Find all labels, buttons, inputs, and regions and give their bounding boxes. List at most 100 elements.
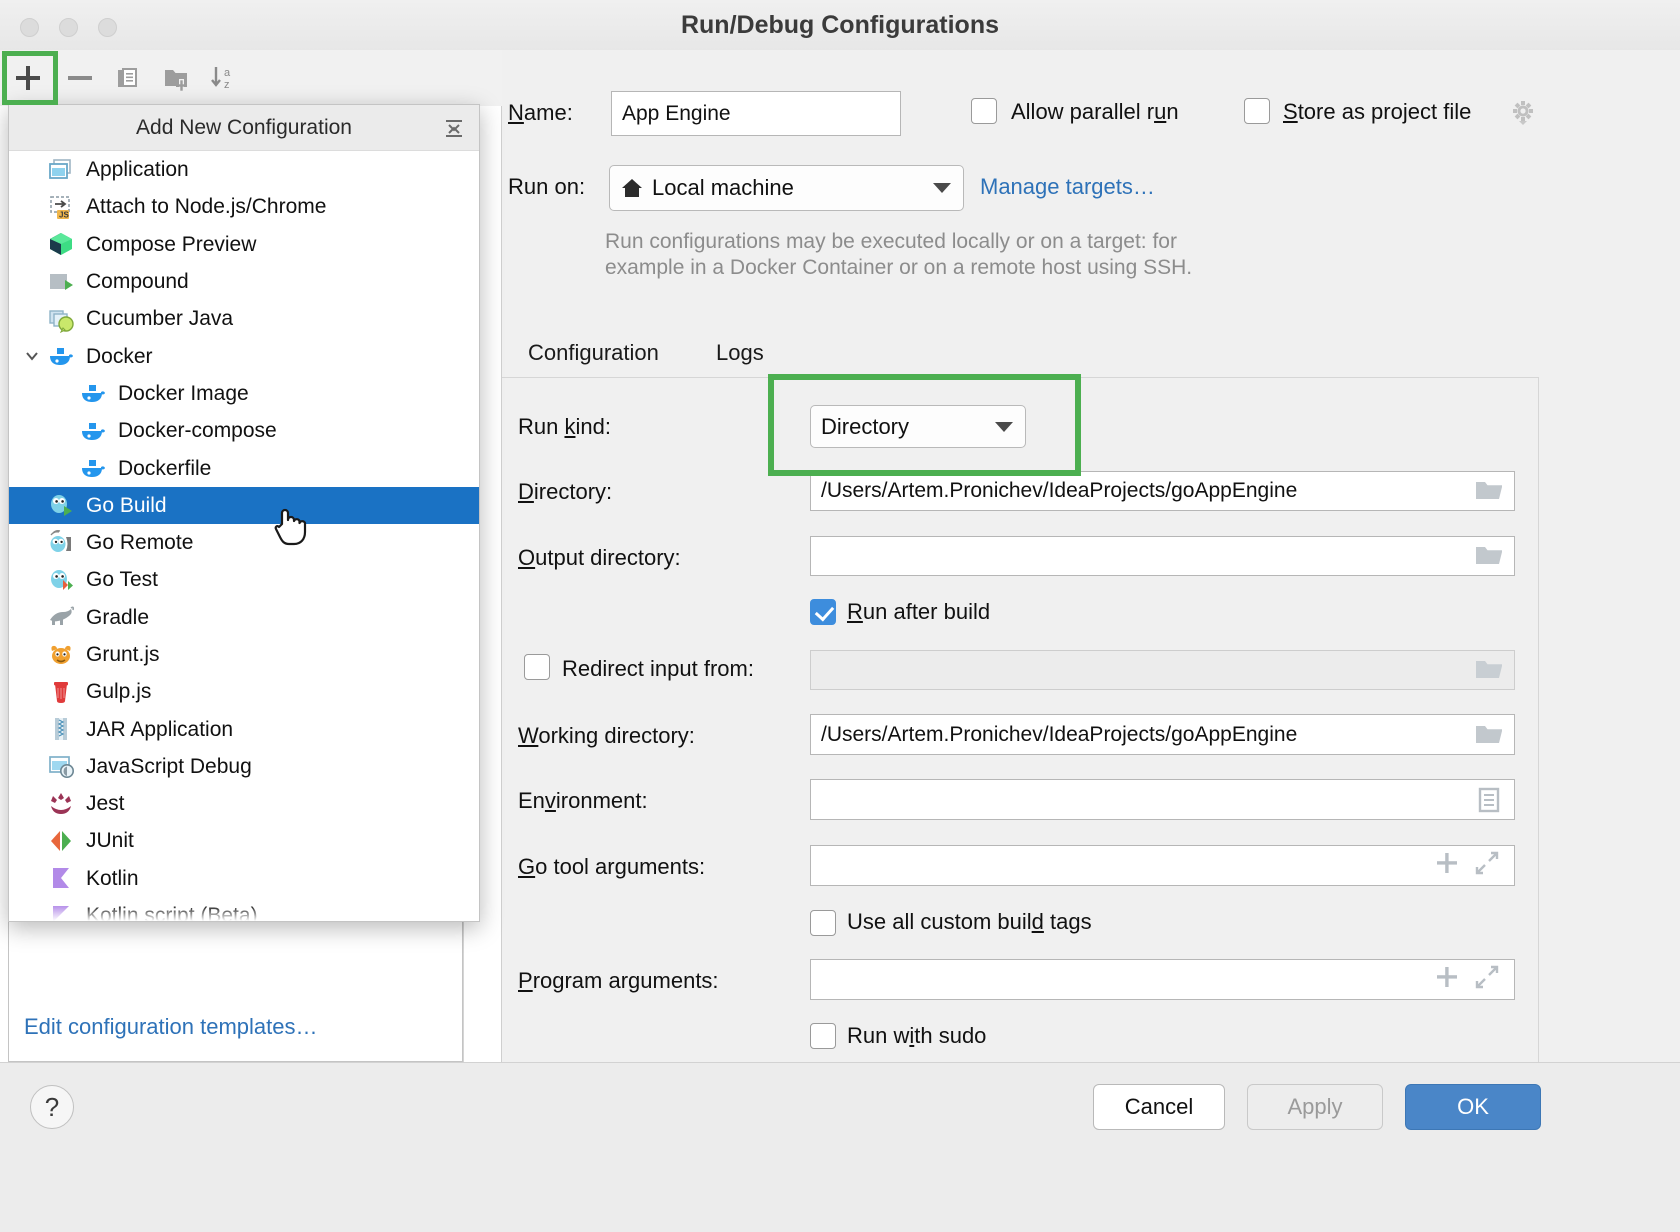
run-on-label: Run on:: [508, 174, 585, 200]
go-tool-arguments-label: Go tool arguments:: [518, 854, 705, 880]
list-item[interactable]: Docker-compose: [9, 412, 479, 449]
application-icon: [47, 156, 75, 184]
edit-configuration-templates-link[interactable]: Edit configuration templates…: [24, 1014, 318, 1040]
tab-configuration[interactable]: Configuration: [528, 340, 659, 366]
manage-targets-link[interactable]: Manage targets…: [980, 174, 1155, 200]
list-item[interactable]: Application: [9, 151, 479, 188]
copy-configuration-button[interactable]: [103, 53, 153, 103]
list-item-label: Gulp.js: [86, 681, 151, 702]
gear-icon[interactable]: [1508, 97, 1538, 132]
list-fade: [9, 905, 479, 921]
list-item[interactable]: JavaScript Debug: [9, 748, 479, 785]
list-item[interactable]: Jest: [9, 785, 479, 822]
add-configuration-button[interactable]: [3, 53, 53, 103]
folder-icon: [1474, 543, 1504, 569]
remove-configuration-button[interactable]: [55, 53, 105, 103]
collapse-all-icon[interactable]: [441, 115, 467, 141]
list-item[interactable]: Cucumber Java: [9, 300, 479, 337]
new-folder-button[interactable]: [151, 53, 201, 103]
tree-indent: [17, 309, 47, 329]
working-directory-value: /Users/Artem.Pronichev/IdeaProjects/goAp…: [821, 723, 1297, 747]
list-item-label: Dockerfile: [118, 458, 211, 479]
ok-button[interactable]: OK: [1405, 1084, 1541, 1130]
list-item[interactable]: Go Test: [9, 561, 479, 598]
insert-macro-button[interactable]: [1434, 850, 1460, 882]
cancel-button[interactable]: Cancel: [1093, 1084, 1225, 1130]
tree-indent: [17, 533, 47, 553]
go-build-icon: [47, 491, 75, 519]
list-item-label: Compound: [86, 271, 189, 292]
expand-field-button[interactable]: [1474, 850, 1500, 882]
name-label: Name:: [508, 100, 573, 126]
list-item[interactable]: Docker Image: [9, 375, 479, 412]
kotlin-icon: [47, 864, 75, 892]
go-remote-icon: [47, 529, 75, 557]
redirect-input-browse-button[interactable]: [1464, 651, 1514, 689]
page-title: Run/Debug Configurations: [0, 11, 1680, 40]
program-arguments-input[interactable]: [810, 959, 1515, 1000]
popup-footer: [8, 922, 463, 1062]
output-directory-input[interactable]: [810, 536, 1515, 576]
run-after-build-checkbox[interactable]: [810, 599, 836, 625]
go-tool-arguments-input[interactable]: [810, 845, 1515, 886]
svg-text:z: z: [224, 79, 230, 91]
sort-configurations-button[interactable]: a z: [199, 53, 249, 103]
run-with-sudo-checkbox[interactable]: [810, 1023, 836, 1049]
list-item[interactable]: Kotlin: [9, 860, 479, 897]
list-item[interactable]: Compound: [9, 263, 479, 300]
tree-indent: [17, 794, 47, 814]
insert-macro-button[interactable]: [1434, 964, 1460, 996]
directory-input[interactable]: /Users/Artem.Pronichev/IdeaProjects/goAp…: [810, 471, 1515, 511]
help-button[interactable]: ?: [30, 1085, 74, 1129]
list-item[interactable]: Docker: [9, 337, 479, 374]
environment-input[interactable]: [810, 779, 1515, 820]
list-item[interactable]: Compose Preview: [9, 226, 479, 263]
folder-plus-icon: [161, 63, 191, 93]
run-on-hint-line1: Run configurations may be executed local…: [605, 230, 1177, 254]
list-item[interactable]: Gradle: [9, 599, 479, 636]
output-directory-browse-button[interactable]: [1464, 537, 1514, 575]
list-item-label: Docker Image: [118, 383, 249, 404]
tab-logs[interactable]: Logs: [716, 340, 764, 366]
list-item[interactable]: Go Remote: [9, 524, 479, 561]
docker-icon: [79, 417, 107, 445]
list-item-label: JAR Application: [86, 719, 233, 740]
store-as-project-file-label: Store as project file: [1283, 99, 1471, 125]
directory-label: Directory:: [518, 479, 612, 505]
directory-browse-button[interactable]: [1464, 472, 1514, 510]
environment-editor-button[interactable]: [1464, 780, 1514, 819]
run-on-combo[interactable]: Local machine: [609, 165, 964, 211]
list-item[interactable]: JSAttach to Node.js/Chrome: [9, 188, 479, 225]
chevron-down-icon[interactable]: [17, 346, 47, 366]
redirect-input-field[interactable]: [810, 650, 1515, 690]
list-item-label: Cucumber Java: [86, 308, 233, 329]
tree-indent: [17, 831, 47, 851]
list-item[interactable]: Dockerfile: [9, 449, 479, 486]
list-item-label: Docker: [86, 346, 153, 367]
redirect-input-checkbox[interactable]: [524, 654, 550, 680]
apply-button[interactable]: Apply: [1247, 1084, 1383, 1130]
run-kind-combo[interactable]: Directory: [810, 405, 1026, 448]
docker-icon: [47, 342, 75, 370]
list-item[interactable]: JAR Application: [9, 710, 479, 747]
working-directory-input[interactable]: /Users/Artem.Pronichev/IdeaProjects/goAp…: [810, 714, 1515, 755]
add-new-configuration-popup: Add New Configuration ApplicationJSAttac…: [8, 104, 480, 922]
name-input[interactable]: App Engine: [611, 91, 901, 136]
configuration-types-list[interactable]: ApplicationJSAttach to Node.js/ChromeCom…: [9, 151, 479, 921]
jest-icon: [47, 790, 75, 818]
allow-parallel-run-checkbox[interactable]: [971, 98, 997, 124]
list-item[interactable]: JUnit: [9, 822, 479, 859]
expand-field-button[interactable]: [1474, 964, 1500, 996]
copy-icon: [113, 63, 143, 93]
list-item[interactable]: Gulp.js: [9, 673, 479, 710]
attach-nodejs-icon: JS: [47, 193, 75, 221]
store-as-project-file-checkbox[interactable]: [1244, 98, 1270, 124]
working-directory-browse-button[interactable]: [1464, 715, 1514, 754]
list-item[interactable]: Go Build: [9, 487, 479, 524]
title-bar: Run/Debug Configurations: [0, 0, 1680, 56]
use-all-custom-build-tags-checkbox[interactable]: [810, 910, 836, 936]
list-item[interactable]: Grunt.js: [9, 636, 479, 673]
run-after-build-label: Run after build: [847, 599, 990, 625]
use-all-custom-build-tags-label: Use all custom build tags: [847, 909, 1092, 935]
expand-arrows-icon: [1474, 964, 1500, 990]
